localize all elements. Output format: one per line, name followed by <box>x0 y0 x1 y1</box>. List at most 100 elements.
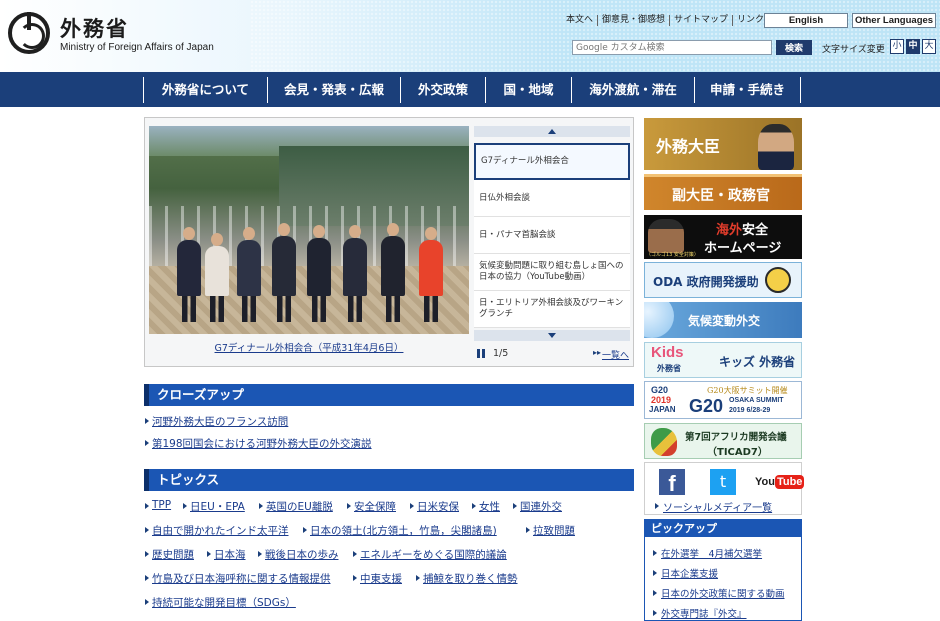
safety-sub: （ゴルゴ13 安全対策） <box>646 252 699 258</box>
pickup-link[interactable]: 日本企業支援 <box>661 566 718 580</box>
ticad-line1: 第7回アフリカ開発会議 <box>685 432 787 443</box>
slide-photo[interactable] <box>149 126 469 334</box>
arrow-up-icon <box>548 129 556 134</box>
link-main-content[interactable]: 本文へ <box>562 15 599 26</box>
nav-item-about[interactable]: 外務省について <box>144 77 268 103</box>
safety-line1: 海外安全 <box>716 219 768 238</box>
topic-link[interactable]: 英国のEU離脱 <box>266 499 333 514</box>
photo-person <box>237 227 261 322</box>
topic-link[interactable]: 女性 <box>479 499 500 514</box>
oda-banner[interactable]: ODA 政府開発援助 <box>644 262 802 298</box>
g20-badge-g20: G20 <box>651 385 669 395</box>
pause-icon[interactable] <box>477 349 485 358</box>
global-nav: 外務省について 会見・発表・広報 外交政策 国・地域 海外渡航・滞在 申請・手続… <box>0 72 940 107</box>
g20-badge-japan: JAPAN <box>649 405 676 414</box>
logo-english[interactable]: Ministry of Foreign Affairs of Japan <box>60 42 214 53</box>
nav-item-procedures[interactable]: 申請・手続き <box>695 77 801 103</box>
bullet-icon <box>145 418 149 424</box>
slide-thumb[interactable]: 日・パナマ首脳会談 <box>474 217 630 254</box>
social-media-list-link[interactable]: ソーシャルメディア一覧 <box>663 499 772 514</box>
topic-link[interactable]: TPP <box>152 499 171 511</box>
topic-link[interactable]: 安全保障 <box>354 499 396 514</box>
minister-banner[interactable]: 外務大臣 <box>644 118 802 170</box>
topic-link[interactable]: 自由で開かれたインド太平洋 <box>152 523 289 538</box>
other-languages-button[interactable]: Other Languages <box>852 13 936 28</box>
topic-link[interactable]: 国連外交 <box>520 499 562 514</box>
youtube-icon[interactable]: You Tube <box>755 470 805 494</box>
topic-link[interactable]: 中東支援 <box>360 571 402 586</box>
topic-link[interactable]: 戦後日本の歩み <box>265 547 339 562</box>
minister-banner-label: 外務大臣 <box>656 137 721 156</box>
closeup-link[interactable]: 第198回国会における河野外務大臣の外交演説 <box>152 436 372 451</box>
photo-person <box>177 227 201 322</box>
youtube-you: You <box>755 476 775 488</box>
bullet-icon <box>416 575 420 581</box>
bullet-icon <box>259 503 263 509</box>
world-map-pattern <box>250 0 940 72</box>
font-size-small-button[interactable]: 小 <box>890 39 904 54</box>
nav-item-press[interactable]: 会見・発表・広報 <box>268 77 401 103</box>
search-input[interactable] <box>572 40 772 55</box>
nav-item-regions[interactable]: 国・地域 <box>486 77 572 103</box>
search-button[interactable]: 検索 <box>776 40 812 55</box>
slide-thumb[interactable]: 日・エリトリア外相会談及びワーキングランチ <box>474 291 630 328</box>
kids-banner[interactable]: Kids 外務省 キッズ 外務省 <box>644 342 802 378</box>
facebook-icon[interactable]: f <box>659 469 685 496</box>
bullet-icon <box>653 590 657 596</box>
thumb-scroll-up[interactable] <box>474 126 630 137</box>
social-media-box: f t You Tube ソーシャルメディア一覧 <box>644 462 805 515</box>
topic-link[interactable]: 歴史問題 <box>152 547 194 562</box>
topic-link[interactable]: 日本の領土(北方領土，竹島，尖閣諸島) <box>310 523 497 538</box>
kids-label: キッズ 外務省 <box>719 355 796 369</box>
font-size-large-button[interactable]: 大 <box>922 39 936 54</box>
topic-link[interactable]: 捕鯨を取り巻く情勢 <box>423 571 518 586</box>
bullet-icon <box>353 575 357 581</box>
topic-link[interactable]: 日米安保 <box>417 499 459 514</box>
ticad-banner[interactable]: 第7回アフリカ開発会議 （TICAD7） <box>644 423 802 459</box>
bullet-icon <box>653 610 657 616</box>
overseas-safety-banner[interactable]: 海外安全 ホームページ （ゴルゴ13 安全対策） <box>644 215 802 259</box>
topic-link[interactable]: 拉致問題 <box>533 523 575 538</box>
link-feedback[interactable]: 御意見・御感想 <box>598 15 671 26</box>
topic-link[interactable]: 竹島及び日本海呼称に関する情報提供 <box>152 571 331 586</box>
bullet-icon <box>207 551 211 557</box>
vice-minister-banner[interactable]: 副大臣・政務官 <box>644 174 802 210</box>
english-button[interactable]: English <box>764 13 848 28</box>
slide-thumb[interactable]: G7ディナール外相会合 <box>474 143 630 180</box>
golgo-portrait <box>648 219 684 253</box>
g20-banner[interactable]: G20 2019 JAPAN G20大阪サミット開催 G20 OSAKA SUM… <box>644 381 802 419</box>
closeup-title: クローズアップ <box>157 387 244 402</box>
font-size-medium-button[interactable]: 中 <box>906 39 920 54</box>
mofa-emblem-icon[interactable] <box>8 12 50 54</box>
slide-thumb[interactable]: 気候変動問題に取り組む島しょ国への日本の協力（YouTube動画） <box>474 254 630 291</box>
topic-link[interactable]: 持続可能な開発目標（SDGs） <box>152 595 296 610</box>
bullet-icon <box>145 527 149 533</box>
topic-link[interactable]: 日本海 <box>214 547 246 562</box>
list-link[interactable]: 一覧へ <box>602 348 629 361</box>
pickup-link[interactable]: 在外選挙 4月補欠選挙 <box>661 546 762 560</box>
g20-big: G20 <box>689 396 724 416</box>
slide-thumb[interactable]: 日仏外相会談 <box>474 180 630 217</box>
thumb-scroll-down[interactable] <box>474 330 630 341</box>
climate-banner[interactable]: 気候変動外交 <box>644 302 802 338</box>
closeup-link[interactable]: 河野外務大臣のフランス訪問 <box>152 414 288 429</box>
topic-link[interactable]: エネルギーをめぐる国際的議論 <box>360 547 507 562</box>
logo-japanese[interactable]: 外務省 <box>60 13 129 43</box>
pickup-link[interactable]: 外交専門誌『外交』 <box>661 606 747 620</box>
font-size-label: 文字サイズ変更 <box>822 45 885 55</box>
g20-osaka: OSAKA SUMMIT <box>729 397 784 404</box>
bullet-icon <box>513 503 517 509</box>
photo-person <box>307 225 331 322</box>
bullet-icon <box>655 503 659 509</box>
pickup-link[interactable]: 日本の外交政策に関する動画 <box>661 586 785 600</box>
nav-item-travel[interactable]: 海外渡航・滞在 <box>572 77 695 103</box>
topic-link[interactable]: 日EU・EPA <box>190 499 245 514</box>
nav-item-policy[interactable]: 外交政策 <box>401 77 486 103</box>
link-sitemap[interactable]: サイトマップ <box>670 15 734 26</box>
bullet-icon <box>145 551 149 557</box>
twitter-icon[interactable]: t <box>710 469 736 495</box>
page-count: 1/5 <box>493 348 509 359</box>
ticad-line2: （TICAD7） <box>707 447 768 458</box>
slide-caption[interactable]: G7ディナール外相会合（平成31年4月6日） <box>149 340 469 354</box>
bullet-icon <box>653 570 657 576</box>
